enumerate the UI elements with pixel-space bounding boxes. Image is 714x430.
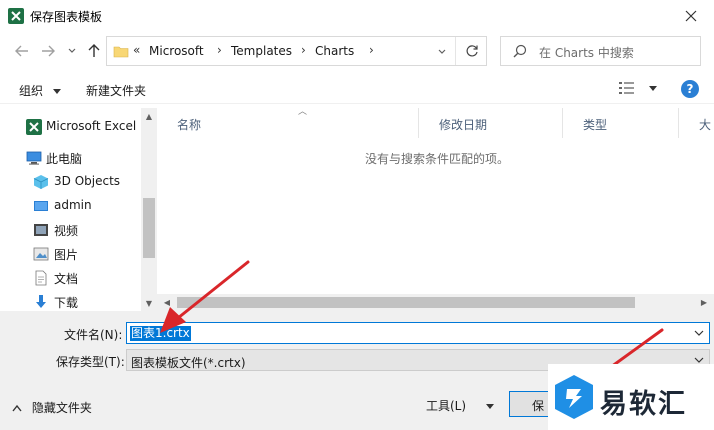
horizontal-scrollbar[interactable]: ◀ ▶ — [157, 294, 714, 311]
breadcrumb-templates[interactable]: Templates — [231, 44, 292, 58]
watermark: 易软汇 — [548, 364, 714, 430]
pictures-icon — [33, 247, 49, 261]
tools-menu-button[interactable]: 工具(L) — [426, 397, 494, 414]
arrow-up-icon — [88, 44, 100, 57]
filename-input[interactable]: 图表1.crtx — [126, 322, 710, 344]
nav-item-label: 此电脑 — [46, 152, 83, 166]
nav-item-this-pc[interactable]: 此电脑 — [0, 147, 141, 169]
document-icon — [35, 270, 47, 286]
chevron-down-icon[interactable] — [693, 326, 705, 340]
watermark-text: 易软汇 — [600, 389, 687, 420]
scroll-right-arrow-icon[interactable]: ▶ — [696, 294, 712, 311]
refresh-button[interactable] — [455, 37, 487, 65]
filetype-label: 保存类型(T): — [56, 355, 125, 369]
nav-item-label: 文档 — [54, 272, 79, 286]
column-header-date-modified[interactable]: 修改日期 — [419, 108, 563, 138]
nav-item-pictures[interactable]: 图片 — [0, 243, 141, 265]
hide-folders-button[interactable]: 隐藏文件夹 — [12, 399, 92, 416]
excel-icon — [26, 119, 42, 135]
column-header-name[interactable]: 名称 — [157, 108, 419, 138]
help-button[interactable]: ? — [681, 80, 699, 98]
breadcrumb-separator-icon: › — [301, 43, 306, 57]
chevron-down-icon — [68, 48, 76, 53]
hide-folders-label: 隐藏文件夹 — [31, 401, 92, 415]
scroll-left-arrow-icon[interactable]: ◀ — [159, 294, 175, 311]
scroll-up-arrow-icon[interactable]: ▲ — [141, 108, 157, 124]
new-folder-button[interactable]: 新建文件夹 — [86, 82, 146, 99]
address-history-button[interactable] — [437, 46, 447, 60]
chevron-up-icon — [12, 404, 22, 412]
search-box[interactable]: 在 Charts 中搜索 — [500, 36, 701, 66]
back-button[interactable] — [12, 40, 32, 62]
caret-down-icon — [52, 89, 61, 94]
nav-item-label: 3D Objects — [54, 174, 121, 188]
breadcrumb-charts[interactable]: Charts — [315, 44, 354, 58]
organize-button[interactable]: 组织 — [19, 82, 61, 99]
forward-button[interactable] — [38, 40, 58, 62]
organize-label: 组织 — [19, 84, 44, 98]
window-title: 保存图表模板 — [30, 10, 103, 24]
folder-icon — [113, 46, 129, 58]
navigation-scrollbar[interactable]: ▲ ▼ — [141, 108, 157, 311]
scroll-down-arrow-icon[interactable]: ▼ — [141, 295, 157, 311]
folder-icon — [34, 201, 48, 211]
view-details-icon — [619, 82, 634, 94]
search-placeholder: 在 Charts 中搜索 — [539, 46, 634, 60]
nav-item-downloads[interactable]: 下载 — [0, 291, 141, 313]
computer-icon — [26, 151, 42, 165]
nav-item-label: 下载 — [54, 296, 79, 310]
video-icon — [34, 224, 48, 236]
navigation-pane[interactable]: Microsoft Excel 此电脑 3D Objects admin 视频 … — [0, 108, 157, 311]
refresh-icon — [466, 45, 478, 57]
arrow-left-icon — [15, 45, 28, 57]
nav-item-label: Microsoft Excel — [46, 119, 137, 133]
breadcrumb-microsoft[interactable]: Microsoft — [149, 44, 204, 58]
nav-item-videos[interactable]: 视频 — [0, 219, 141, 241]
3d-objects-icon — [33, 175, 49, 189]
close-button[interactable] — [668, 0, 714, 32]
breadcrumb-overflow[interactable]: « — [133, 43, 140, 57]
tools-label: 工具(L) — [426, 399, 467, 413]
caret-down-icon — [648, 86, 657, 91]
download-icon — [36, 295, 46, 308]
nav-item-label: 视频 — [54, 224, 79, 238]
filename-label: 文件名(N): — [64, 328, 123, 342]
column-header-type[interactable]: 类型 — [563, 108, 679, 138]
command-toolbar: 组织 新建文件夹 — [0, 74, 714, 104]
filetype-value: 图表模板文件(*.crtx) — [131, 356, 246, 370]
caret-down-icon — [485, 404, 494, 409]
filename-value: 图表1.crtx — [130, 326, 191, 341]
close-icon — [685, 10, 697, 22]
brand-logo-icon — [555, 375, 593, 419]
nav-item-label: admin — [54, 198, 92, 212]
nav-item-3d-objects[interactable]: 3D Objects — [0, 171, 141, 193]
scrollbar-thumb[interactable] — [177, 297, 635, 308]
chevron-down-icon — [438, 49, 446, 54]
nav-item-documents[interactable]: 文档 — [0, 267, 141, 289]
scrollbar-thumb[interactable] — [143, 198, 155, 258]
recent-locations-button[interactable] — [62, 40, 82, 62]
breadcrumb-separator-icon: › — [369, 43, 374, 57]
title-bar: 保存图表模板 — [0, 0, 714, 32]
arrow-right-icon — [42, 45, 55, 57]
empty-message: 没有与搜索条件匹配的项。 — [365, 152, 510, 166]
view-options-button[interactable] — [619, 81, 657, 98]
up-button[interactable] — [84, 40, 104, 62]
nav-item-label: 图片 — [54, 248, 79, 262]
file-list[interactable]: ︿ 名称 修改日期 类型 大 没有与搜索条件匹配的项。 — [157, 104, 714, 311]
nav-item-microsoft-excel[interactable]: Microsoft Excel — [0, 116, 141, 138]
search-icon — [513, 44, 527, 58]
column-header-size[interactable]: 大 — [679, 108, 714, 138]
nav-item-admin[interactable]: admin — [0, 195, 141, 217]
address-bar[interactable]: « Microsoft › Templates › Charts › — [106, 36, 487, 66]
excel-icon — [8, 8, 24, 24]
breadcrumb-separator-icon: › — [217, 43, 222, 57]
